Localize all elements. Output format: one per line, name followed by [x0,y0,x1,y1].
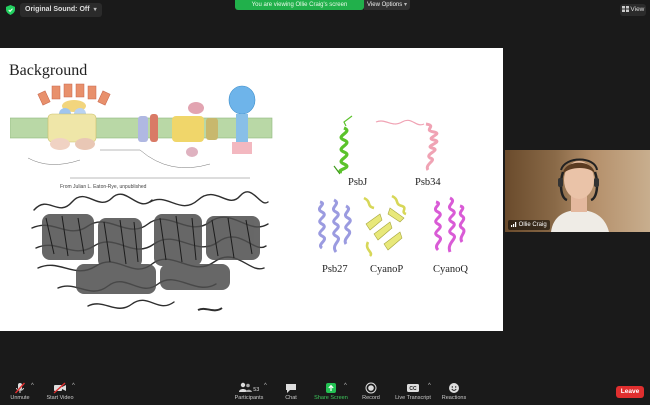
reactions-button[interactable]: Reactions [440,382,468,401]
cyanoq-structure [433,196,466,253]
record-icon [365,382,377,394]
unmute-button[interactable]: Unmute [6,382,34,401]
cyanop-structure [363,194,407,257]
participants-count: 53 [253,387,260,393]
reactions-label: Reactions [441,395,467,401]
cc-icon: CC [407,384,419,392]
psb27-structure [317,198,352,253]
unmute-label: Unmute [10,395,30,401]
chevron-down-icon: ▾ [403,2,407,8]
chevron-down-icon: ▾ [93,7,97,13]
grid-view-icon [621,6,629,12]
viewing-screen-banner: You are viewing Ollie Craig's screen [235,0,364,10]
participant-name-tag: Ollie Craig [508,220,550,230]
chat-label: Chat [285,395,297,401]
video-off-icon [53,382,66,394]
psbj-label: PsbJ [348,177,368,188]
transcript-options-chevron[interactable]: ^ [428,383,431,389]
leave-button[interactable]: Leave [616,386,644,398]
psii-complex-structure [31,191,269,312]
slide-title: Background [9,62,88,79]
psbj-structure [333,115,353,175]
meeting-top-bar: Original Sound: Off ▾ You are viewing Oll… [0,0,650,20]
audio-options-chevron[interactable]: ^ [31,383,34,389]
record-label: Record [362,395,380,401]
psb27-label: Psb27 [322,264,348,275]
share-screen-icon [326,383,336,393]
photosystem-membrane-diagram [10,83,273,179]
cyanoq-label: CyanoQ [433,264,468,275]
view-button[interactable]: View [620,4,646,16]
share-screen-label: Share Screen [314,395,348,401]
original-sound-dropdown[interactable]: Original Sound: Off ▾ [20,3,102,17]
meeting-controls-toolbar: Unmute ^ Start Video ^ 53 Participants ^… [0,380,650,405]
reactions-icon [449,382,460,393]
security-shield-icon[interactable] [6,5,15,15]
start-video-label: Start Video [46,395,74,401]
participants-label: Participants [234,395,264,401]
video-options-chevron[interactable]: ^ [72,383,75,389]
record-button[interactable]: Record [358,382,384,401]
view-options-label: View Options [367,2,403,8]
chat-button[interactable]: Chat [280,382,302,401]
participant-video-tile[interactable]: Ollie Craig [505,150,650,232]
live-transcript-label: Live Transcript [395,395,431,401]
cyanop-label: CyanoP [370,264,404,275]
participant-name: Ollie Craig [518,222,547,228]
share-screen-options-chevron[interactable]: ^ [344,383,347,389]
original-sound-label: Original Sound: Off [25,6,90,13]
chat-icon [286,384,296,393]
view-options-button[interactable]: View Options ▾ [364,0,410,10]
psb34-structure [375,119,439,171]
participants-options-chevron[interactable]: ^ [264,383,267,389]
psb34-label: Psb34 [415,177,441,188]
signal-strength-icon [511,221,517,227]
shared-screen-slide: Background From Julian L. Eaton-Rye, unp… [0,48,503,331]
svg-text:CC: CC [409,386,417,392]
mic-muted-icon [14,382,26,394]
view-button-label: View [630,6,645,13]
participants-icon [238,382,252,392]
